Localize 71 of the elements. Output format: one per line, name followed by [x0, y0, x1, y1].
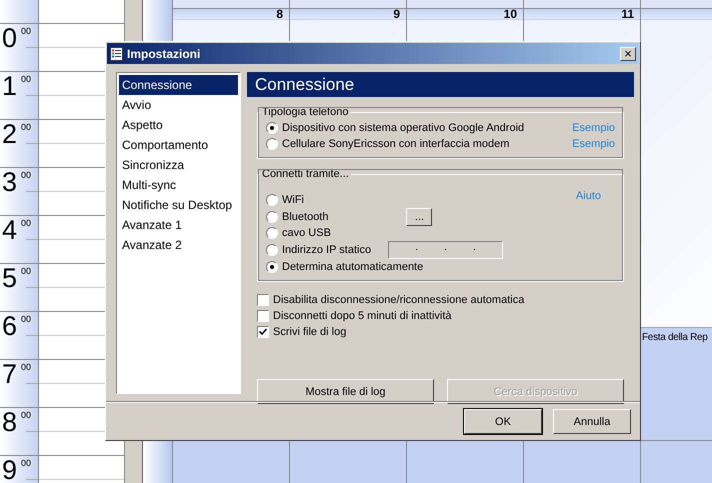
radio-button[interactable]: [266, 210, 278, 222]
radio-button[interactable]: [266, 227, 278, 239]
option-label: Determina atutomaticamente: [282, 261, 424, 273]
minutes-label: 00: [21, 362, 32, 372]
radio-button[interactable]: [266, 261, 278, 273]
minutes-label: 00: [21, 218, 32, 228]
hour-label: 5: [2, 264, 18, 292]
radio-button[interactable]: [266, 122, 278, 134]
checkbox-label: Scrivi file di log: [273, 326, 346, 338]
hour-label: 7: [2, 360, 18, 388]
hour-label: 9: [2, 456, 18, 483]
minutes-label: 00: [21, 458, 32, 468]
minutes-label: 00: [21, 314, 32, 324]
list-item[interactable]: Aspetto: [119, 115, 238, 135]
hour-label: 2: [2, 120, 18, 148]
list-item[interactable]: Avvio: [119, 95, 238, 115]
radio-button[interactable]: [266, 194, 278, 206]
option-label: Bluetooth: [282, 210, 328, 222]
hour-label: 1: [2, 72, 18, 100]
minutes-label: 00: [21, 410, 32, 420]
minutes-label: 00: [21, 266, 32, 276]
day-number: 8: [276, 7, 283, 21]
minutes-label: 00: [21, 74, 32, 84]
window-title: Impostazioni: [127, 46, 202, 60]
calendar-cell[interactable]: [290, 441, 406, 483]
panel-header: Connessione: [247, 72, 634, 97]
list-item[interactable]: Avanzate 1: [119, 215, 238, 235]
checkbox-label: Disconnetti dopo 5 minuti di inattività: [273, 310, 452, 322]
list-item[interactable]: Sincronizza: [119, 155, 238, 175]
day-number: 9: [393, 7, 400, 21]
checkbox-label: Disabilita disconnessione/riconnessione automatica: [273, 294, 524, 306]
checkbox[interactable]: [257, 310, 269, 322]
list-item[interactable]: Avanzate 2: [119, 235, 238, 255]
checkbox[interactable]: [257, 294, 269, 306]
day-number: 10: [504, 7, 517, 21]
minutes-label: 00: [21, 170, 32, 180]
all-day-cell[interactable]: [641, 19, 712, 327]
option-label: Cellulare SonyEricsson con interfaccia modem: [282, 138, 510, 150]
calendar-cell[interactable]: [407, 441, 523, 483]
radio-button[interactable]: [266, 138, 278, 150]
list-item[interactable]: Multi-sync: [119, 175, 238, 195]
ip-address-field[interactable]: . . .: [388, 241, 504, 259]
browse-button[interactable]: ...: [406, 208, 432, 226]
close-button[interactable]: ×: [620, 46, 636, 60]
action-button[interactable]: Mostra file di log: [257, 379, 434, 404]
list-item[interactable]: Connessione: [119, 75, 238, 95]
event-title[interactable]: Festa della Rep: [642, 332, 708, 343]
dialog-button[interactable]: OK: [464, 409, 542, 434]
list-item[interactable]: Notifiche su Desktop: [119, 195, 238, 215]
hour-label: 6: [2, 312, 18, 340]
hour-label: 0: [2, 24, 18, 52]
option-label: Dispositivo con sistema operativo Google Android: [282, 122, 524, 134]
hour-label: 8: [2, 408, 18, 436]
radio-button[interactable]: [266, 244, 278, 256]
option-label: WiFi: [282, 194, 304, 206]
group-title: Connetti tramite...: [261, 168, 350, 180]
list-item[interactable]: Comportamento: [119, 135, 238, 155]
minutes-label: 00: [21, 122, 32, 132]
dialog-button[interactable]: Annulla: [553, 409, 631, 434]
calendar-cell[interactable]: [524, 441, 640, 483]
option-label: Indirizzo IP statico: [282, 244, 372, 256]
day-number: 11: [621, 7, 634, 21]
checkbox[interactable]: [257, 326, 269, 338]
hour-label: 4: [2, 216, 18, 244]
calendar-cell[interactable]: [173, 441, 289, 483]
calendar-cell[interactable]: Festa della Rep: [641, 327, 712, 441]
list-icon: [110, 46, 123, 60]
option-label: cavo USB: [282, 227, 331, 239]
hour-label: 3: [2, 168, 18, 196]
calendar-cell[interactable]: [641, 441, 712, 483]
minutes-label: 00: [21, 26, 32, 36]
